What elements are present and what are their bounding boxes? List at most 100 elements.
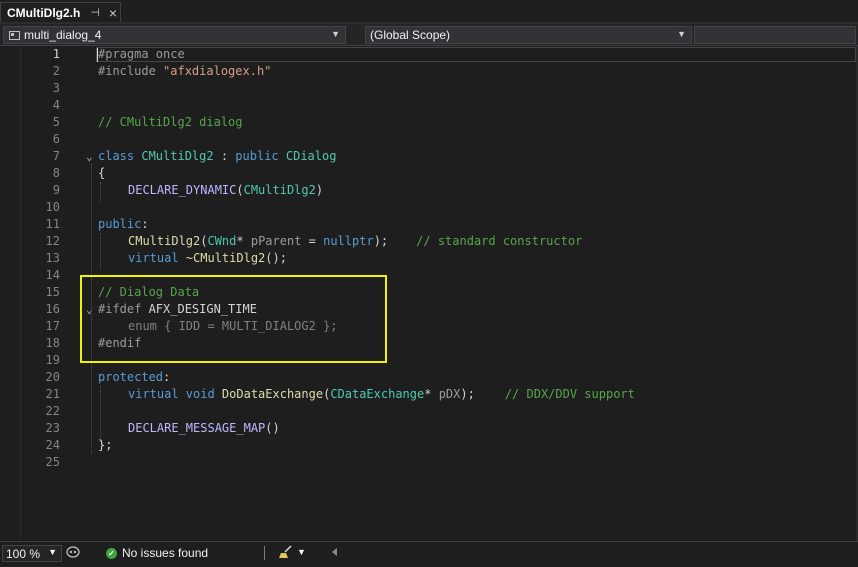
string-literal: "afxdialogex.h": [163, 64, 272, 78]
chevron-down-icon: ▼: [297, 547, 306, 557]
project-dropdown-label: multi_dialog_4: [24, 28, 102, 42]
line-number: 16: [45, 302, 60, 316]
line-number: 18: [45, 336, 60, 350]
brace: {: [98, 166, 106, 180]
current-line-highlight: [96, 47, 856, 62]
parameter: pParent: [250, 234, 302, 248]
comment: // CMultiDlg2 dialog: [98, 115, 243, 129]
highlight-annotation-box: [80, 275, 387, 363]
comment: // DDX/DDV support: [504, 387, 635, 401]
zoom-level: 100 %: [6, 546, 41, 561]
scroll-left-icon[interactable]: [331, 547, 339, 557]
code-line-13: virtual ~CMultiDlg2();: [128, 250, 287, 267]
keyword: nullptr: [323, 234, 374, 248]
access-specifier: protected: [98, 370, 164, 384]
scope-dropdown-label: (Global Scope): [370, 28, 451, 42]
code-cleanup-button[interactable]: ▼: [278, 545, 306, 559]
line-number: 3: [52, 81, 60, 95]
function-name: CMultiDlg2: [128, 234, 201, 248]
code-editor[interactable]: 1 2 3 4 5 6 7 8 9 10 11 12 13 14 15 16 1…: [0, 46, 858, 541]
chevron-down-icon: ▼: [48, 547, 57, 557]
punctuation: *: [424, 387, 439, 401]
zoom-dropdown[interactable]: 100 % ▼: [2, 545, 62, 562]
keyword: void: [185, 387, 222, 401]
code-line-1: #pragma once: [98, 46, 185, 63]
punctuation: );: [373, 234, 389, 248]
line-number: 2: [52, 64, 60, 78]
keyword: virtual: [128, 387, 186, 401]
macro: DECLARE_DYNAMIC: [128, 183, 237, 197]
function-name: ~CMultiDlg2: [185, 251, 266, 265]
indent-guide: [100, 386, 101, 442]
base-class-name: CDialog: [285, 149, 337, 163]
indent-guide: [100, 182, 101, 202]
copilot-icon[interactable]: [66, 545, 80, 558]
issues-status-text: No issues found: [122, 546, 209, 560]
comment: // standard constructor: [416, 234, 583, 248]
project-icon: [9, 30, 20, 40]
keyword: public: [235, 149, 286, 163]
punctuation: ();: [265, 251, 287, 265]
punctuation: =: [301, 234, 324, 248]
line-number: 10: [45, 200, 60, 214]
parameter: pDX: [438, 387, 461, 401]
code-line-21: virtual void DoDataExchange(CDataExchang…: [128, 386, 635, 403]
type-name: CWnd: [207, 234, 237, 248]
code-line-20: protected:: [98, 369, 170, 386]
code-line-9: DECLARE_DYNAMIC(CMultiDlg2): [128, 182, 323, 199]
line-number: 25: [45, 455, 60, 469]
line-number: 7: [52, 149, 60, 163]
preprocessor-directive: #include: [98, 64, 164, 78]
code-line-8: {: [98, 165, 105, 182]
issues-indicator[interactable]: ✓ No issues found: [106, 546, 208, 560]
navigation-bar: multi_dialog_4 ▼ (Global Scope) ▼: [0, 24, 858, 46]
scope-dropdown[interactable]: (Global Scope) ▼: [365, 26, 692, 44]
line-number: 6: [52, 132, 60, 146]
punctuation: :: [213, 149, 236, 163]
code-line-24: };: [98, 437, 112, 454]
punctuation: *: [236, 234, 251, 248]
line-number: 14: [45, 268, 60, 282]
code-line-23: DECLARE_MESSAGE_MAP(): [128, 420, 280, 437]
check-circle-icon: ✓: [106, 547, 117, 559]
collapse-class-icon[interactable]: ⌄: [86, 150, 93, 163]
line-number: 12: [45, 234, 60, 248]
tab-cmultidlg2-h[interactable]: CMultiDlg2.h ⊣ ×: [0, 2, 121, 24]
macro: DECLARE_MESSAGE_MAP: [128, 421, 266, 435]
class-name: CMultiDlg2: [141, 149, 214, 163]
line-number: 4: [52, 98, 60, 112]
chevron-down-icon: ▼: [331, 29, 340, 39]
pin-icon[interactable]: ⊣: [90, 6, 100, 19]
function-name: DoDataExchange: [221, 387, 324, 401]
chevron-down-icon: ▼: [677, 29, 686, 39]
line-number: 20: [45, 370, 60, 384]
project-dropdown[interactable]: multi_dialog_4 ▼: [3, 26, 346, 44]
editor-status-bar: 100 % ▼ ✓ No issues found ▼: [0, 541, 858, 567]
member-dropdown[interactable]: [694, 26, 856, 44]
class-name: CMultiDlg2: [243, 183, 316, 197]
line-number: 9: [52, 183, 60, 197]
line-number: 21: [45, 387, 60, 401]
close-icon[interactable]: ×: [109, 6, 117, 20]
type-name: CDataExchange: [330, 387, 425, 401]
access-specifier: public: [98, 217, 142, 231]
code-line-5: // CMultiDlg2 dialog: [98, 114, 243, 131]
keyword: virtual: [128, 251, 186, 265]
tab-title: CMultiDlg2.h: [7, 5, 81, 20]
indicator-margin: [0, 46, 21, 541]
line-number: 17: [45, 319, 60, 333]
line-number: 13: [45, 251, 60, 265]
line-number: 11: [45, 217, 60, 231]
line-number: 1: [52, 47, 60, 61]
punctuation: ): [315, 183, 324, 197]
punctuation: );: [460, 387, 475, 401]
brace: };: [98, 438, 113, 452]
line-number: 22: [45, 404, 60, 418]
document-tab-strip: CMultiDlg2.h ⊣ ×: [0, 0, 858, 24]
punctuation: :: [141, 217, 149, 231]
line-number: 15: [45, 285, 60, 299]
broom-icon: [279, 545, 292, 558]
line-number: 19: [45, 353, 60, 367]
line-number: 5: [52, 115, 60, 129]
preprocessor-directive: #pragma once: [98, 47, 185, 61]
